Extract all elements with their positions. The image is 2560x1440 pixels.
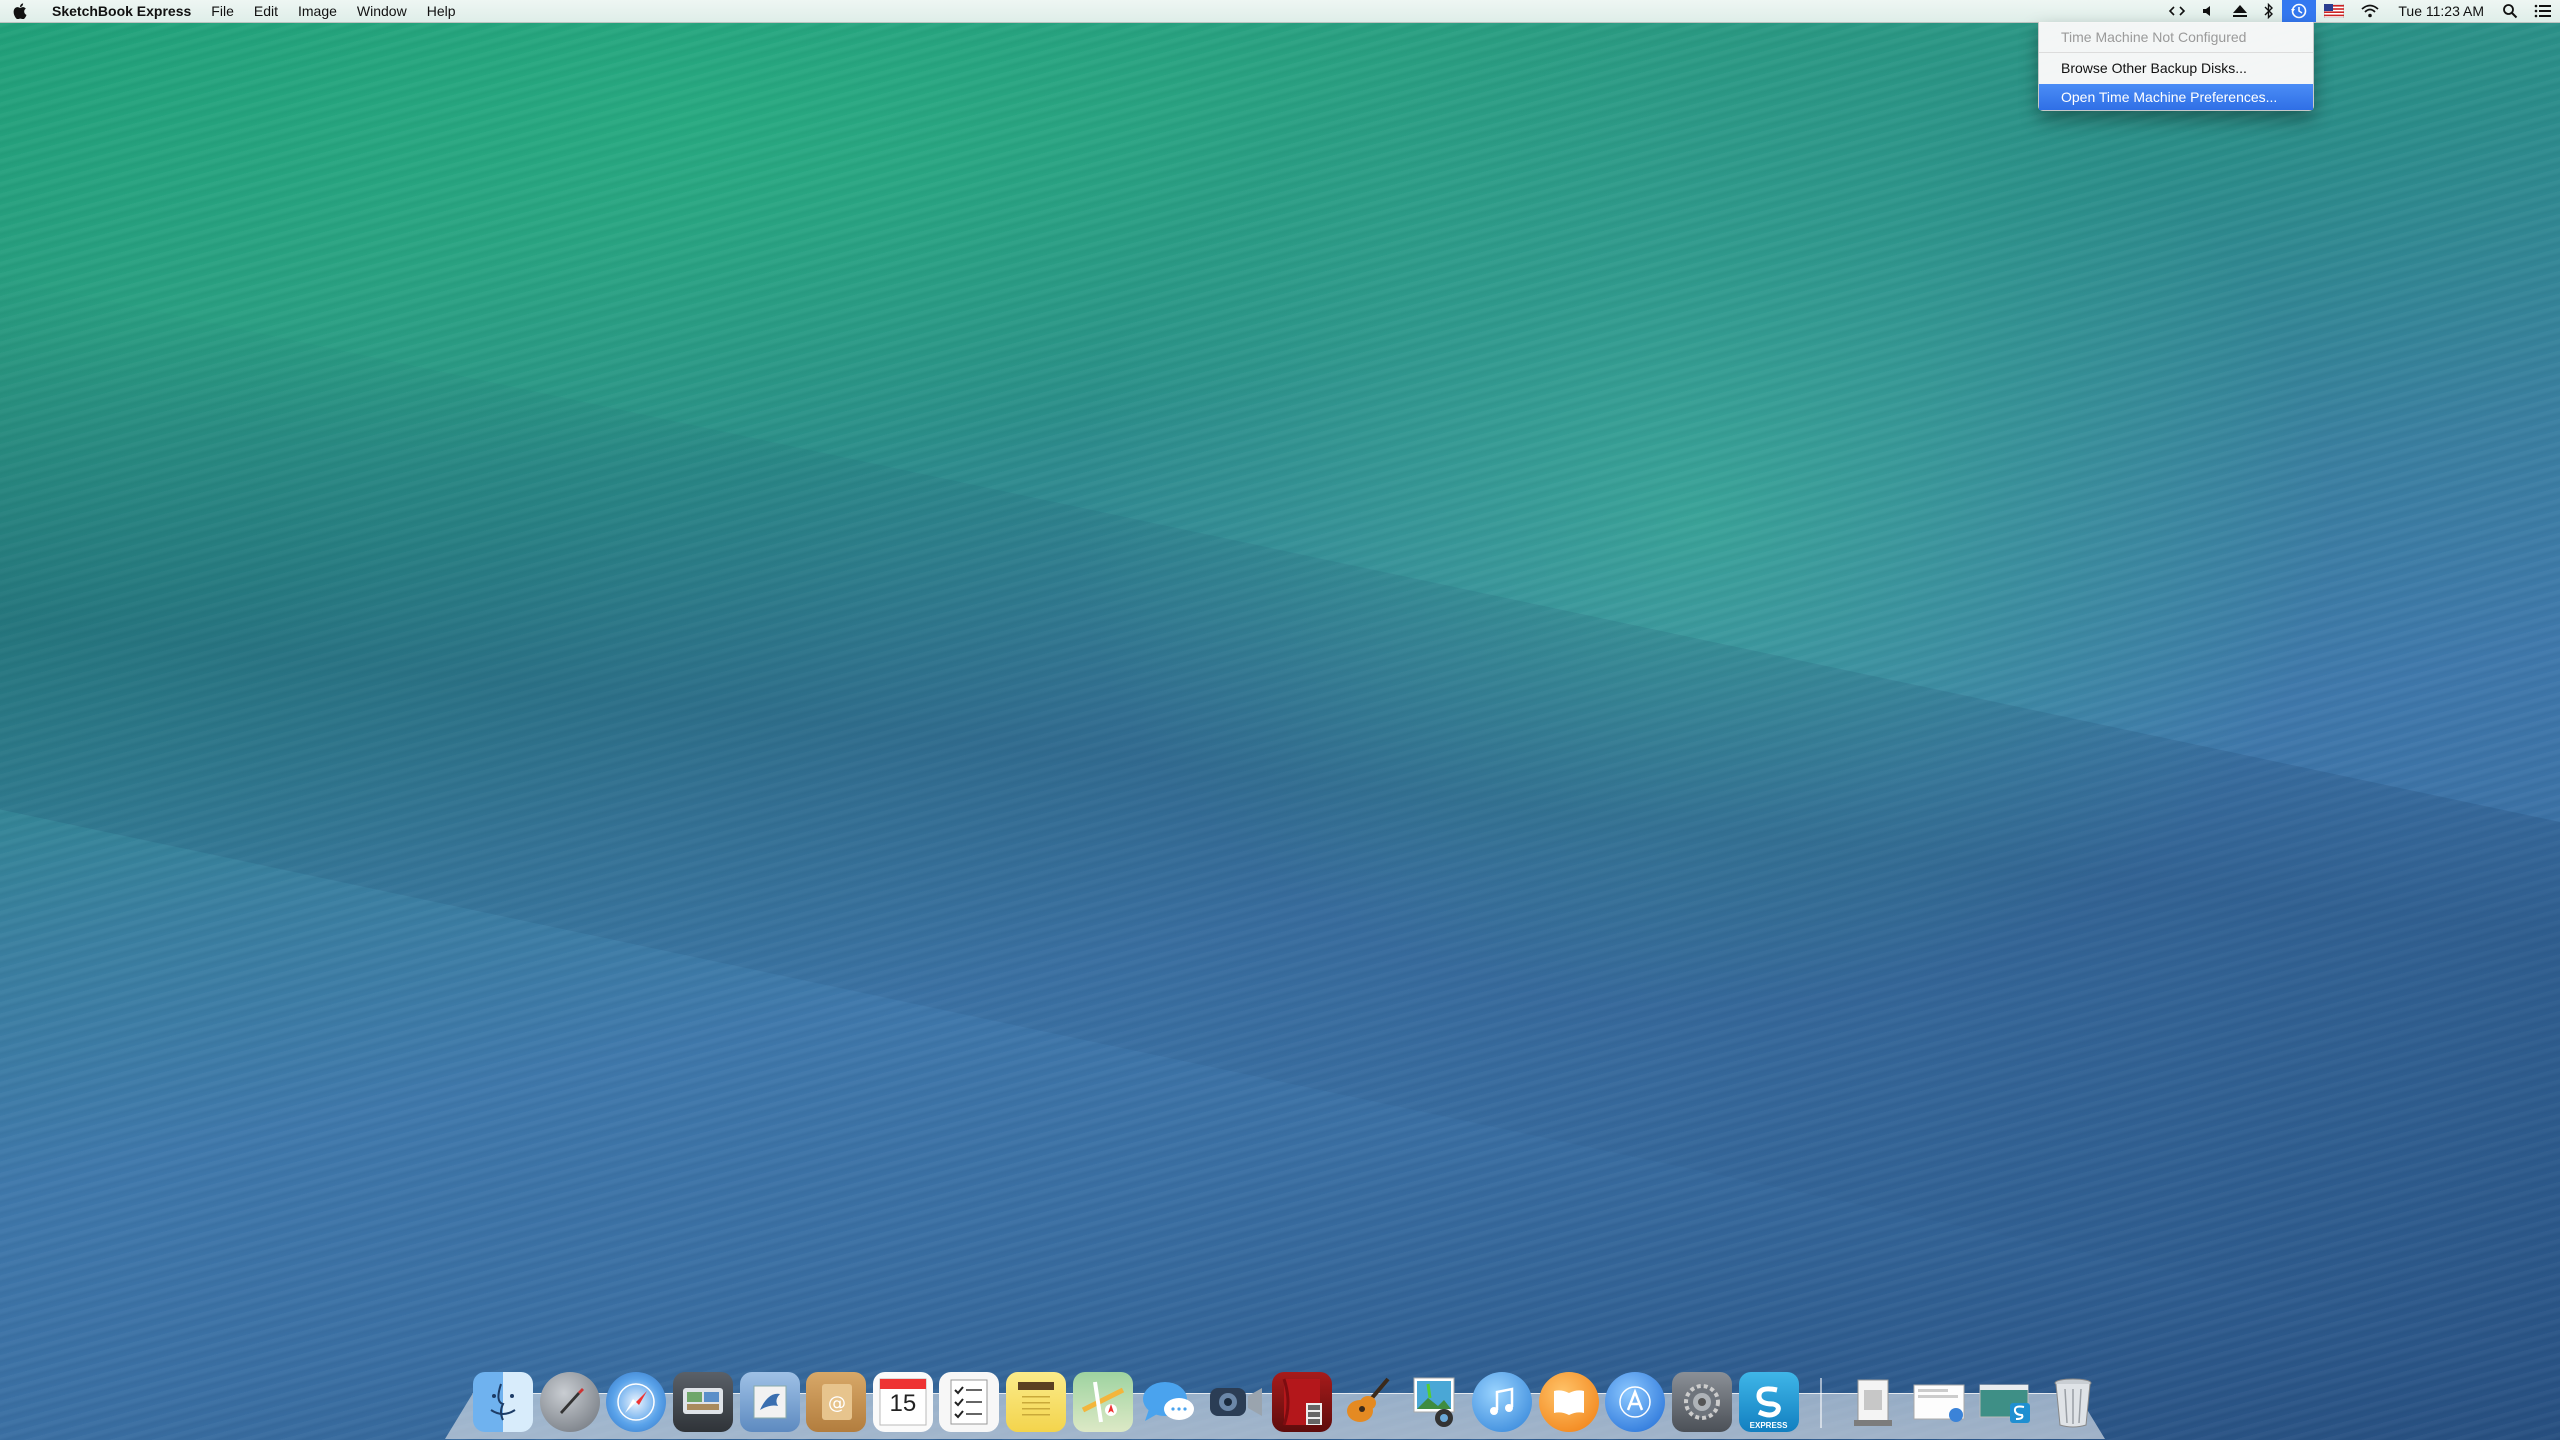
launchpad-icon[interactable] — [539, 1372, 600, 1432]
safari-icon[interactable] — [606, 1372, 667, 1432]
sketchbook-express-icon[interactable]: EXPRESS — [1738, 1372, 1799, 1432]
documents-stack-icon[interactable] — [1843, 1372, 1903, 1432]
spotlight-icon[interactable] — [2494, 0, 2526, 22]
calendar-date-text: 15 — [889, 1390, 917, 1417]
menu-image[interactable]: Image — [288, 0, 347, 22]
menu-edit[interactable]: Edit — [244, 0, 288, 22]
image-capture-icon[interactable] — [673, 1372, 734, 1432]
screenshot-stack-icon[interactable] — [1976, 1372, 2036, 1432]
menu-item-open-time-machine-preferences[interactable]: Open Time Machine Preferences... — [2039, 84, 2313, 110]
apple-menu-icon[interactable] — [0, 0, 40, 22]
app-menu[interactable]: SketchBook Express — [40, 0, 201, 22]
time-machine-icon[interactable] — [2282, 0, 2317, 22]
app-store-icon[interactable] — [1605, 1372, 1666, 1432]
menu-file[interactable]: File — [201, 0, 244, 22]
maps-icon[interactable] — [1072, 1372, 1133, 1432]
system-preferences-icon[interactable] — [1671, 1372, 1732, 1432]
menu-window[interactable]: Window — [347, 0, 417, 22]
sketchbook-express-badge: EXPRESS — [1749, 1421, 1788, 1430]
reminders-icon[interactable] — [939, 1372, 1000, 1432]
itunes-icon[interactable] — [1472, 1372, 1533, 1432]
menu-separator — [2039, 52, 2313, 53]
downloads-stack-icon[interactable] — [1910, 1372, 1970, 1432]
contacts-icon[interactable]: @ — [806, 1372, 867, 1432]
menu-help[interactable]: Help — [417, 0, 466, 22]
calendar-icon[interactable]: 15 — [872, 1372, 933, 1432]
dock-separator — [1819, 1378, 1822, 1428]
menubar-clock[interactable]: Tue 11:23 AM — [2388, 0, 2494, 22]
photo-booth-icon[interactable] — [1272, 1372, 1333, 1432]
messages-icon[interactable] — [1139, 1372, 1199, 1432]
menu-item-time-machine-not-configured: Time Machine Not Configured — [2061, 29, 2247, 45]
time-machine-menu: Time Machine Not Configured Browse Other… — [2038, 22, 2314, 111]
bluetooth-icon[interactable] — [2256, 0, 2282, 22]
garageband-icon[interactable] — [1339, 1372, 1399, 1432]
script-menu-icon[interactable] — [2160, 0, 2194, 22]
eject-icon[interactable] — [2224, 0, 2256, 22]
volume-icon[interactable] — [2194, 0, 2224, 22]
wifi-icon[interactable] — [2352, 0, 2388, 22]
desktop-wallpaper — [0, 0, 2560, 1440]
svg-text:@: @ — [828, 1393, 846, 1414]
dock: @ 15 EXPRESS — [445, 1362, 2105, 1440]
notes-icon[interactable] — [1006, 1372, 1067, 1432]
menu-item-browse-other-backup-disks[interactable]: Browse Other Backup Disks... — [2039, 55, 2313, 81]
notification-center-icon[interactable] — [2526, 0, 2560, 22]
facetime-icon[interactable] — [1206, 1372, 1266, 1432]
finder-icon[interactable] — [473, 1372, 534, 1432]
trash-icon[interactable] — [2043, 1372, 2103, 1432]
mail-icon[interactable] — [739, 1372, 800, 1432]
ibooks-icon[interactable] — [1538, 1372, 1599, 1432]
iphoto-icon[interactable] — [1406, 1372, 1466, 1432]
menu-bar: SketchBook Express File Edit Image Windo… — [0, 0, 2560, 23]
input-source-flag-icon[interactable] — [2316, 0, 2352, 22]
